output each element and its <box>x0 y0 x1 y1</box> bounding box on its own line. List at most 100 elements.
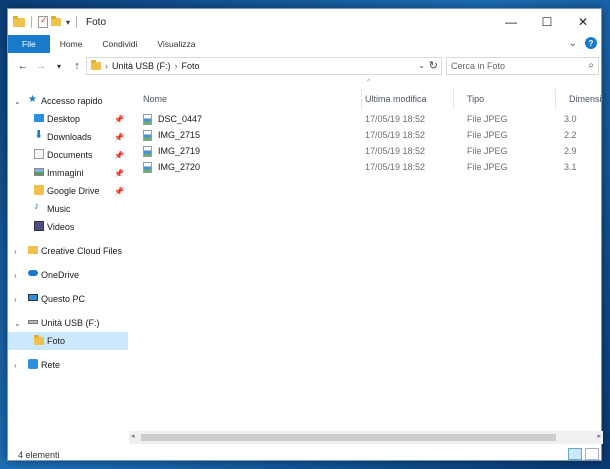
status-bar: 4 elementi <box>8 447 601 462</box>
cloud-icon <box>28 270 38 276</box>
sidebar-item-label: Unità USB (F:) <box>41 318 100 328</box>
sidebar-item-creative-cloud[interactable]: › Creative Cloud Files <box>8 242 128 260</box>
sidebar-item-usb-drive[interactable]: ⌄ Unità USB (F:) <box>8 314 128 332</box>
column-header-modified[interactable]: Ultima modifica <box>351 89 453 109</box>
file-size: 3.1 <box>564 162 577 172</box>
chevron-right-icon[interactable]: › <box>14 271 17 280</box>
large-icons-view-button[interactable] <box>585 448 599 460</box>
table-row[interactable]: IMG_2720 17/05/19 18:52 File JPEG 3.1 <box>143 160 610 176</box>
expand-ribbon-icon[interactable]: ⌄ <box>569 38 577 49</box>
chevron-right-icon[interactable]: › <box>14 295 17 304</box>
file-modified: 17/05/19 18:52 <box>365 130 426 140</box>
sort-up-icon: ^ <box>367 79 371 86</box>
properties-icon[interactable] <box>38 15 48 28</box>
column-header-size[interactable]: Dimensione <box>555 89 603 109</box>
refresh-icon[interactable]: ↻ <box>429 59 438 72</box>
pin-icon[interactable]: 📌 <box>114 169 124 178</box>
file-type: File JPEG <box>467 162 508 172</box>
maximize-button[interactable]: ☐ <box>529 9 565 35</box>
chevron-right-icon[interactable]: › <box>175 61 178 71</box>
forward-arrow-icon[interactable]: → <box>32 60 50 72</box>
table-row[interactable]: IMG_2719 17/05/19 18:52 File JPEG 2.9 <box>143 144 610 160</box>
pin-icon[interactable]: 📌 <box>114 133 124 142</box>
sidebar-item-videos[interactable]: Videos <box>8 218 128 236</box>
music-icon: ♪ <box>34 201 39 212</box>
table-row[interactable]: DSC_0447 17/05/19 18:52 File JPEG 3.0 <box>143 112 610 128</box>
scroll-right-icon[interactable]: ▸ <box>597 432 601 440</box>
sidebar-item-quick-access[interactable]: ⌄ ★ Accesso rapido <box>8 92 128 110</box>
folder-icon[interactable] <box>13 15 25 27</box>
horizontal-scrollbar[interactable]: ◂ ▸ <box>129 431 603 444</box>
tab-home[interactable]: Home <box>50 35 93 53</box>
sidebar-item-label: Creative Cloud Files <box>41 246 123 256</box>
sidebar-item-google-drive[interactable]: Google Drive 📌 <box>8 182 128 200</box>
sidebar-item-label: Foto <box>47 336 66 346</box>
tab-view[interactable]: Visualizza <box>147 35 205 53</box>
folder-icon <box>91 60 101 70</box>
window-controls: — ☐ ✕ <box>493 9 601 35</box>
sidebar-item-label: Immagini <box>47 168 84 178</box>
ribbon-tabs: File Home Condividi Visualizza ⌄ ? <box>8 35 601 53</box>
title-bar: ▾ Foto — ☐ ✕ <box>8 9 601 35</box>
table-row[interactable]: IMG_2715 17/05/19 18:52 File JPEG 2.2 <box>143 128 610 144</box>
image-file-icon <box>143 114 152 125</box>
breadcrumb-usb[interactable]: Unità USB (F:) <box>112 61 171 71</box>
help-icon[interactable]: ? <box>585 37 597 49</box>
image-file-icon <box>143 130 152 141</box>
pin-icon[interactable]: 📌 <box>114 151 124 160</box>
sidebar-item-music[interactable]: ♪ Music <box>8 200 128 218</box>
sidebar-item-label: Documents <box>47 150 93 160</box>
chevron-right-icon[interactable]: › <box>105 61 108 71</box>
back-arrow-icon[interactable]: ← <box>14 60 32 72</box>
sidebar-item-documents[interactable]: Documents 📌 <box>8 146 128 164</box>
file-modified: 17/05/19 18:52 <box>365 146 426 156</box>
chevron-down-icon[interactable]: ▾ <box>66 18 70 27</box>
download-icon: ⬇ <box>34 129 44 141</box>
file-size: 3.0 <box>564 114 577 124</box>
details-view-button[interactable] <box>568 448 582 460</box>
chevron-down-icon[interactable]: ⌄ <box>14 319 21 328</box>
tab-share[interactable]: Condividi <box>92 35 147 53</box>
chevron-right-icon[interactable]: › <box>14 247 17 256</box>
sidebar-item-onedrive[interactable]: › OneDrive <box>8 266 128 284</box>
sidebar-item-this-pc[interactable]: › Questo PC <box>8 290 128 308</box>
chevron-down-icon[interactable]: ⌄ <box>14 97 21 106</box>
column-header-name[interactable]: Nome <box>129 89 361 109</box>
sidebar-item-label: Music <box>47 204 71 214</box>
sidebar-item-downloads[interactable]: ⬇ Downloads 📌 <box>8 128 128 146</box>
chevron-down-icon[interactable]: ⌄ <box>418 61 425 70</box>
pin-icon[interactable]: 📌 <box>114 115 124 124</box>
toolbar-separator <box>76 16 78 28</box>
file-size: 2.2 <box>564 130 577 140</box>
sidebar-item-pictures[interactable]: Immagini 📌 <box>8 164 128 182</box>
sidebar-item-label: Desktop <box>47 114 81 124</box>
search-icon[interactable]: ⌕ <box>588 60 594 71</box>
tab-file[interactable]: File <box>8 35 50 53</box>
breadcrumb-foto[interactable]: Foto <box>182 61 200 71</box>
column-header-type[interactable]: Tipo <box>453 89 555 109</box>
minimize-button[interactable]: — <box>493 9 529 35</box>
pictures-icon <box>34 168 44 176</box>
up-arrow-icon[interactable]: ↑ <box>68 60 86 72</box>
close-button[interactable]: ✕ <box>565 9 601 35</box>
sidebar-item-label: Videos <box>47 222 75 232</box>
search-input[interactable]: Cerca in Foto ⌕ <box>446 57 599 75</box>
image-file-icon <box>143 146 152 157</box>
sidebar-item-label: Rete <box>41 360 61 370</box>
sidebar-item-label: Accesso rapido <box>41 96 103 106</box>
file-size: 2.9 <box>564 146 577 156</box>
sidebar-item-network[interactable]: › Rete <box>8 356 128 374</box>
sidebar-item-foto[interactable]: Foto <box>8 332 128 350</box>
scrollbar-thumb[interactable] <box>141 434 556 441</box>
new-folder-icon[interactable] <box>51 16 61 26</box>
scroll-left-icon[interactable]: ◂ <box>131 432 135 440</box>
network-icon <box>28 359 38 369</box>
sidebar-item-desktop[interactable]: Desktop 📌 <box>8 110 128 128</box>
chevron-right-icon[interactable]: › <box>14 361 17 370</box>
pin-icon[interactable]: 📌 <box>114 187 124 196</box>
recent-locations-icon[interactable]: ▾ <box>50 62 68 71</box>
videos-icon <box>34 221 44 231</box>
address-bar[interactable]: › Unità USB (F:) › Foto ⌄ ↻ <box>86 57 442 75</box>
navigation-pane: ⌄ ★ Accesso rapido Desktop 📌 ⬇ Downloads… <box>8 92 128 447</box>
folder-icon <box>34 335 44 345</box>
